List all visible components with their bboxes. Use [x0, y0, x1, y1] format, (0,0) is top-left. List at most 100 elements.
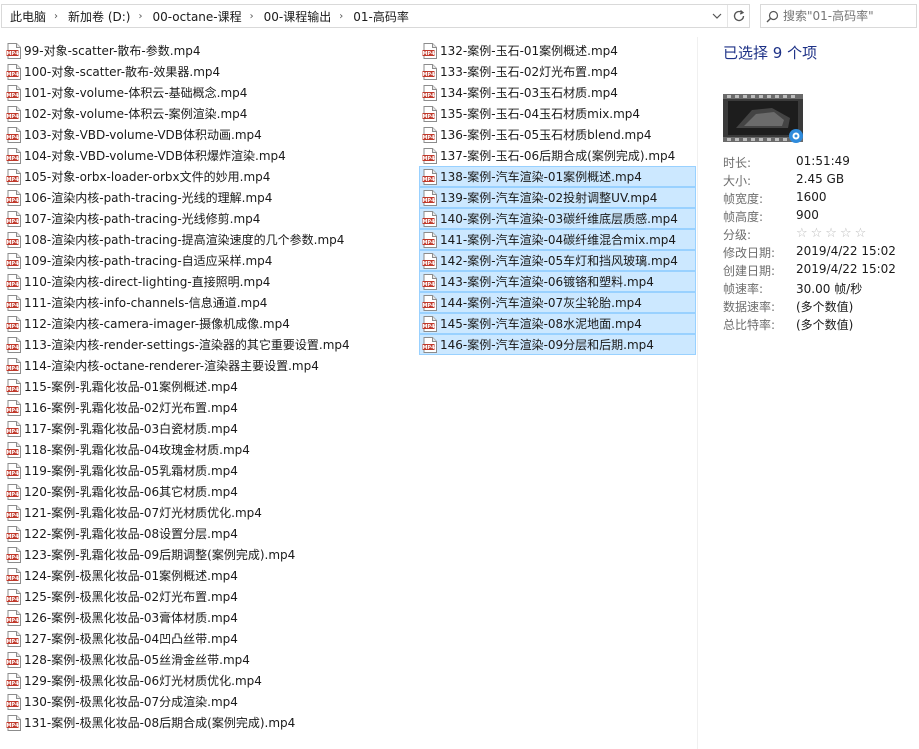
file-name: 100-对象-scatter-散布-效果器.mp4 [24, 65, 221, 79]
file-item[interactable]: MP4 131-案例-极黑化妆品-08后期合成(案例完成).mp4 [3, 712, 418, 733]
file-list-column-2: MP4 132-案例-玉石-01案例概述.mp4 MP4 133-案例-玉石-02灯光… [419, 40, 696, 355]
file-item[interactable]: MP4 130-案例-极黑化妆品-07分成渲染.mp4 [3, 691, 418, 712]
file-name: 121-案例-乳霜化妆品-07灯光材质优化.mp4 [24, 506, 262, 520]
mp4-file-icon: MP4 [6, 630, 22, 647]
file-item[interactable]: MP4 124-案例-极黑化妆品-01案例概述.mp4 [3, 565, 418, 586]
file-item[interactable]: MP4 145-案例-汽车渲染-08水泥地面.mp4 [419, 313, 696, 334]
mp4-file-icon: MP4 [6, 693, 22, 710]
file-item[interactable]: MP4 132-案例-玉石-01案例概述.mp4 [419, 40, 696, 61]
search-icon[interactable] [761, 5, 783, 27]
chevron-right-icon[interactable]: › [136, 11, 144, 22]
file-name: 138-案例-汽车渲染-01案例概述.mp4 [440, 170, 642, 184]
file-name: 143-案例-汽车渲染-06镀铬和塑料.mp4 [440, 275, 654, 289]
file-item[interactable]: MP4 118-案例-乳霜化妆品-04玫瑰金材质.mp4 [3, 439, 418, 460]
breadcrumb-item[interactable]: 新加卷 (D:) [60, 8, 136, 25]
file-item[interactable]: MP4 107-渲染内核-path-tracing-光线修剪.mp4 [3, 208, 418, 229]
mp4-file-icon: MP4 [6, 315, 22, 332]
property-label: 修改日期: [723, 246, 776, 260]
file-item[interactable]: MP4 146-案例-汽车渲染-09分层和后期.mp4 [419, 334, 696, 355]
breadcrumb-item[interactable]: 00-octane-课程 [144, 8, 247, 25]
file-item[interactable]: MP4 102-对象-volume-体积云-案例渲染.mp4 [3, 103, 418, 124]
file-item[interactable]: MP4 121-案例-乳霜化妆品-07灯光材质优化.mp4 [3, 502, 418, 523]
file-item[interactable]: MP4 135-案例-玉石-04玉石材质mix.mp4 [419, 103, 696, 124]
file-item[interactable]: MP4 117-案例-乳霜化妆品-03白瓷材质.mp4 [3, 418, 418, 439]
file-name: 137-案例-玉石-06后期合成(案例完成).mp4 [440, 149, 676, 163]
file-item[interactable]: MP4 141-案例-汽车渲染-04碳纤维混合mix.mp4 [419, 229, 696, 250]
file-item[interactable]: MP4 100-对象-scatter-散布-效果器.mp4 [3, 61, 418, 82]
chevron-right-icon[interactable]: › [337, 11, 345, 22]
file-item[interactable]: MP4 101-对象-volume-体积云-基础概念.mp4 [3, 82, 418, 103]
file-name: 135-案例-玉石-04玉石材质mix.mp4 [440, 107, 641, 121]
svg-text:MP4: MP4 [6, 597, 19, 603]
file-item[interactable]: MP4 129-案例-极黑化妆品-06灯光材质优化.mp4 [3, 670, 418, 691]
file-item[interactable]: MP4 128-案例-极黑化妆品-05丝滑金丝带.mp4 [3, 649, 418, 670]
mp4-file-icon: MP4 [6, 441, 22, 458]
svg-text:MP4: MP4 [6, 408, 19, 414]
chevron-down-icon[interactable] [708, 5, 726, 27]
file-item[interactable]: MP4 108-渲染内核-path-tracing-提高渲染速度的几个参数.mp4 [3, 229, 418, 250]
file-item[interactable]: MP4 133-案例-玉石-02灯光布置.mp4 [419, 61, 696, 82]
file-item[interactable]: MP4 120-案例-乳霜化妆品-06其它材质.mp4 [3, 481, 418, 502]
file-item[interactable]: MP4 103-对象-VBD-volume-VDB体积动画.mp4 [3, 124, 418, 145]
file-item[interactable]: MP4 111-渲染内核-info-channels-信息通道.mp4 [3, 292, 418, 313]
svg-text:MP4: MP4 [422, 324, 435, 330]
mp4-file-icon: MP4 [6, 84, 22, 101]
file-item[interactable]: MP4 114-渲染内核-octane-renderer-渲染器主要设置.mp4 [3, 355, 418, 376]
file-item[interactable]: MP4 119-案例-乳霜化妆品-05乳霜材质.mp4 [3, 460, 418, 481]
rating-stars[interactable]: ☆☆☆☆☆ [796, 226, 869, 241]
file-item[interactable]: MP4 105-对象-orbx-loader-orbx文件的妙用.mp4 [3, 166, 418, 187]
file-item[interactable]: MP4 125-案例-极黑化妆品-02灯光布置.mp4 [3, 586, 418, 607]
file-item[interactable]: MP4 116-案例-乳霜化妆品-02灯光布置.mp4 [3, 397, 418, 418]
mp4-file-icon: MP4 [6, 525, 22, 542]
chevron-right-icon[interactable]: › [52, 11, 60, 22]
file-item[interactable]: MP4 112-渲染内核-camera-imager-摄像机成像.mp4 [3, 313, 418, 334]
address-bar[interactable]: 此电脑 › 新加卷 (D:) › 00-octane-课程 › 00-课程输出 … [1, 4, 750, 28]
file-item[interactable]: MP4 99-对象-scatter-散布-参数.mp4 [3, 40, 418, 61]
file-item[interactable]: MP4 136-案例-玉石-05玉石材质blend.mp4 [419, 124, 696, 145]
file-name: 115-案例-乳霜化妆品-01案例概述.mp4 [24, 380, 238, 394]
svg-text:MP4: MP4 [6, 366, 19, 372]
file-item[interactable]: MP4 143-案例-汽车渲染-06镀铬和塑料.mp4 [419, 271, 696, 292]
property-label: 总比特率: [723, 318, 776, 332]
breadcrumb-item[interactable]: 01-高码率 [345, 8, 415, 25]
search-input[interactable] [783, 9, 913, 23]
file-item[interactable]: MP4 115-案例-乳霜化妆品-01案例概述.mp4 [3, 376, 418, 397]
file-name: 144-案例-汽车渲染-07灰尘轮胎.mp4 [440, 296, 642, 310]
file-item[interactable]: MP4 134-案例-玉石-03玉石材质.mp4 [419, 82, 696, 103]
file-name: 106-渲染内核-path-tracing-光线的理解.mp4 [24, 191, 273, 205]
file-name: 136-案例-玉石-05玉石材质blend.mp4 [440, 128, 652, 142]
file-item[interactable]: MP4 144-案例-汽车渲染-07灰尘轮胎.mp4 [419, 292, 696, 313]
file-item[interactable]: MP4 123-案例-乳霜化妆品-09后期调整(案例完成).mp4 [3, 544, 418, 565]
refresh-icon[interactable] [727, 5, 749, 27]
mp4-file-icon: MP4 [6, 714, 22, 731]
breadcrumb-item[interactable]: 00-课程输出 [256, 8, 338, 25]
file-item[interactable]: MP4 142-案例-汽车渲染-05车灯和挡风玻璃.mp4 [419, 250, 696, 271]
svg-text:MP4: MP4 [6, 681, 19, 687]
mp4-file-icon: MP4 [422, 168, 438, 185]
file-item[interactable]: MP4 110-渲染内核-direct-lighting-直接照明.mp4 [3, 271, 418, 292]
svg-text:MP4: MP4 [6, 177, 19, 183]
file-item[interactable]: MP4 109-渲染内核-path-tracing-自适应采样.mp4 [3, 250, 418, 271]
file-item[interactable]: MP4 113-渲染内核-render-settings-渲染器的其它重要设置.m… [3, 334, 418, 355]
mp4-file-icon: MP4 [422, 189, 438, 206]
mp4-file-icon: MP4 [422, 315, 438, 332]
search-box[interactable] [760, 4, 917, 28]
chevron-right-icon[interactable]: › [248, 11, 256, 22]
file-item[interactable]: MP4 106-渲染内核-path-tracing-光线的理解.mp4 [3, 187, 418, 208]
file-name: 117-案例-乳霜化妆品-03白瓷材质.mp4 [24, 422, 238, 436]
file-item[interactable]: MP4 138-案例-汽车渲染-01案例概述.mp4 [419, 166, 696, 187]
mp4-file-icon: MP4 [6, 378, 22, 395]
file-item[interactable]: MP4 140-案例-汽车渲染-03碳纤维底层质感.mp4 [419, 208, 696, 229]
svg-text:MP4: MP4 [422, 303, 435, 309]
mp4-file-icon: MP4 [6, 420, 22, 437]
file-item[interactable]: MP4 127-案例-极黑化妆品-04凹凸丝带.mp4 [3, 628, 418, 649]
file-item[interactable]: MP4 137-案例-玉石-06后期合成(案例完成).mp4 [419, 145, 696, 166]
file-list-column-1: MP4 99-对象-scatter-散布-参数.mp4 MP4 100-对象-scat… [3, 40, 418, 733]
breadcrumb-item[interactable]: 此电脑 [2, 8, 52, 25]
file-item[interactable]: MP4 104-对象-VBD-volume-VDB体积爆炸渲染.mp4 [3, 145, 418, 166]
file-name: 111-渲染内核-info-channels-信息通道.mp4 [24, 296, 268, 310]
file-name: 102-对象-volume-体积云-案例渲染.mp4 [24, 107, 248, 121]
file-item[interactable]: MP4 126-案例-极黑化妆品-03膏体材质.mp4 [3, 607, 418, 628]
file-item[interactable]: MP4 139-案例-汽车渲染-02投射调整UV.mp4 [419, 187, 696, 208]
file-item[interactable]: MP4 122-案例-乳霜化妆品-08设置分层.mp4 [3, 523, 418, 544]
